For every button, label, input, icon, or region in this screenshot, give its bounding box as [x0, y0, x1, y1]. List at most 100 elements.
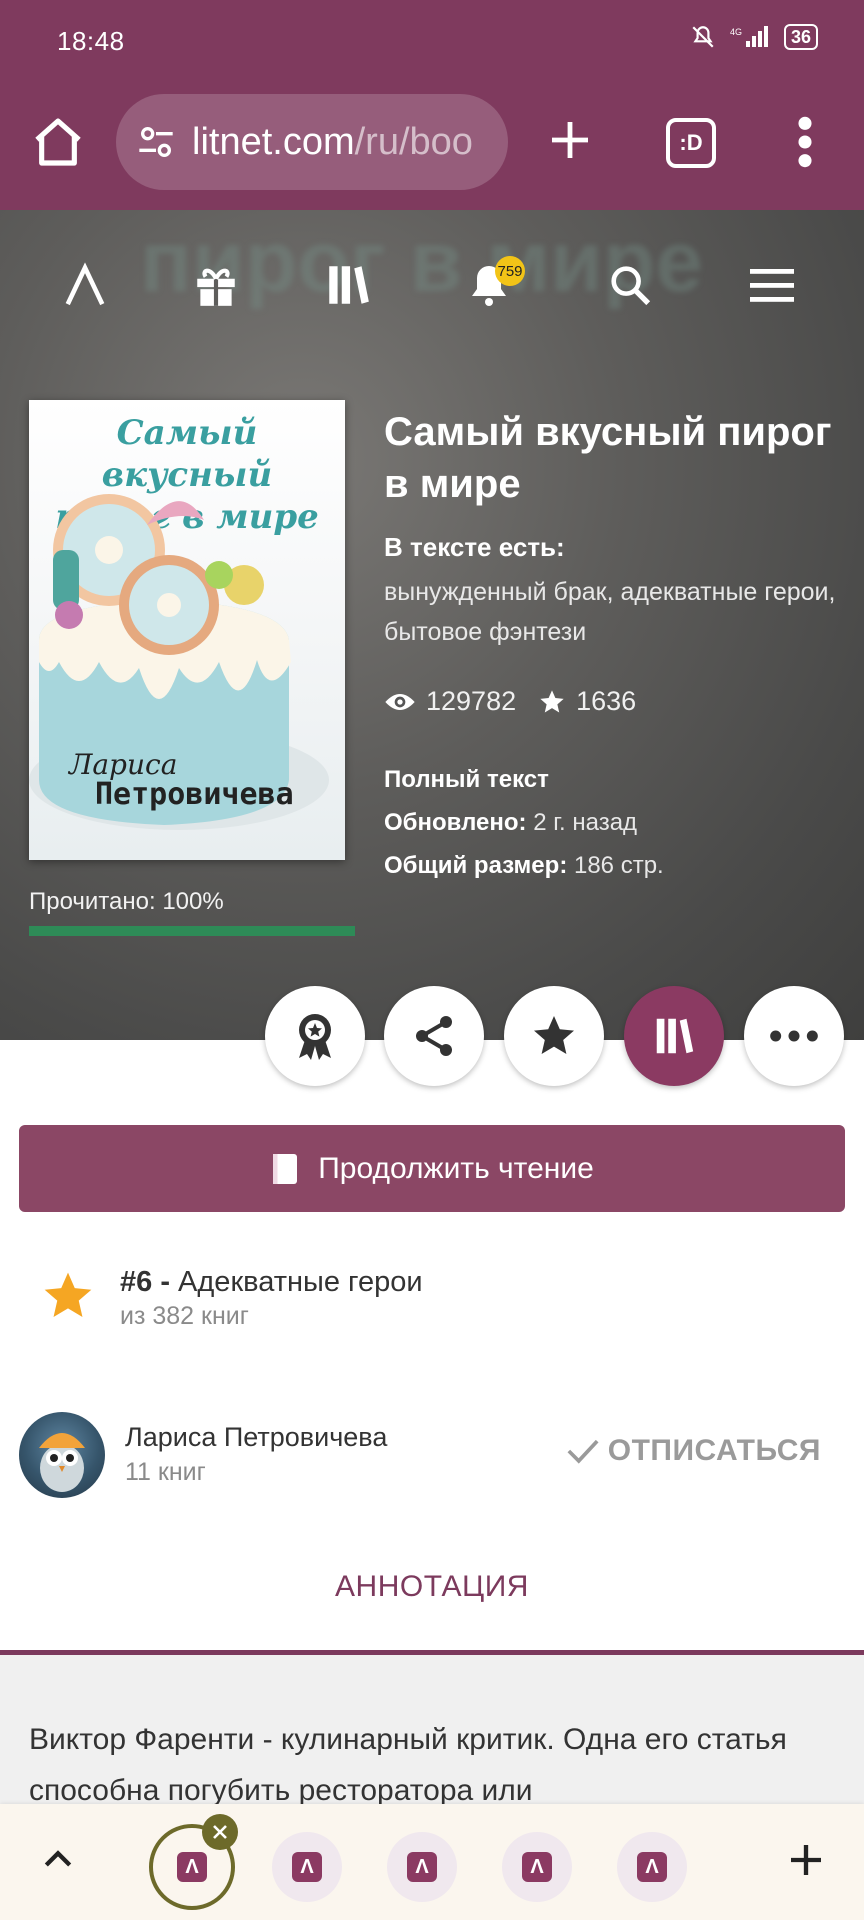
rank-star-icon — [44, 1272, 92, 1317]
site-logo[interactable] — [49, 240, 121, 330]
battery-indicator: 36 — [783, 24, 818, 50]
hamburger-menu-icon — [750, 269, 794, 302]
continue-reading-label: Продолжить чтение — [318, 1151, 594, 1185]
url-text: litnet.com/ru/boo — [192, 121, 473, 164]
views-count: 129782 — [426, 686, 517, 716]
svg-text:4G: 4G — [730, 27, 742, 37]
book-meta: Полный текст Обновлено: 2 г. назад Общий… — [384, 758, 664, 887]
book-title: Самый вкусный пирог в мире — [384, 410, 832, 506]
completion-status-text: Полный текст — [384, 766, 549, 793]
litnet-logo-icon — [65, 262, 105, 306]
gift-icon — [197, 268, 235, 306]
new-tab-icon[interactable] — [546, 112, 594, 168]
close-tab-button[interactable] — [202, 1814, 238, 1850]
signal-icon: 4G — [730, 26, 768, 47]
updated-row: Обновлено: 2 г. назад — [384, 801, 664, 844]
search-button[interactable] — [594, 240, 666, 330]
more-vert-icon[interactable] — [790, 114, 820, 170]
system-icons: 4G 36 — [690, 24, 818, 50]
tab-thumbnail[interactable]: Λ — [617, 1832, 687, 1902]
cover-author: Лариса Петровичева — [69, 750, 339, 810]
book-actions — [0, 986, 864, 1086]
likes-stat: 1636 — [538, 686, 636, 717]
author-books-count: 11 книг — [125, 1458, 206, 1486]
more-horiz-icon — [770, 1030, 818, 1042]
eye-icon — [385, 693, 415, 710]
tab-thumbnail[interactable]: Λ — [272, 1832, 342, 1902]
author-row: Лариса Петровичева 11 книг ОТПИСАТЬСЯ — [19, 1412, 849, 1502]
award-icon — [299, 1014, 331, 1060]
menu-button[interactable] — [736, 240, 808, 330]
book-hero: пирог в мире 759 Самый вкусный пирог в м… — [0, 210, 864, 1040]
book-cover[interactable]: Самый вкусный пирог в мире Лариса Петров… — [29, 400, 345, 860]
cover-author-last: Петровичева — [95, 777, 294, 812]
author-name[interactable]: Лариса Петровичева — [125, 1422, 387, 1453]
updated-label: Обновлено: — [384, 809, 527, 836]
more-actions-button[interactable] — [744, 986, 844, 1086]
like-button[interactable] — [504, 986, 604, 1086]
unsubscribe-button[interactable]: ОТПИСАТЬСЯ — [566, 1434, 821, 1468]
close-icon — [213, 1825, 227, 1839]
add-to-library-button[interactable] — [624, 986, 724, 1086]
award-button[interactable] — [265, 986, 365, 1086]
completion-status: Полный текст — [384, 758, 664, 801]
book-stats: 129782 1636 — [384, 686, 658, 717]
star-icon — [540, 689, 564, 712]
library-icon — [656, 1018, 694, 1054]
status-bar: 18:48 4G 36 — [0, 0, 864, 84]
notifications-button[interactable]: 759 — [453, 240, 525, 330]
rank-of-total: из 382 книг — [120, 1302, 249, 1330]
tab-switcher-button[interactable]: :D — [666, 118, 716, 168]
read-progress-label: Прочитано: 100% — [29, 888, 224, 915]
litnet-favicon: Λ — [637, 1852, 667, 1882]
notifications-badge: 759 — [495, 256, 525, 286]
tab-thumbnail[interactable]: Λ — [387, 1832, 457, 1902]
views-stat: 129782 — [384, 686, 516, 717]
litnet-favicon: Λ — [407, 1852, 437, 1882]
size-label: Общий размер: — [384, 852, 568, 879]
address-bar[interactable]: litnet.com/ru/boo — [116, 94, 508, 190]
star-icon — [534, 1016, 574, 1054]
status-time: 18:48 — [57, 26, 125, 56]
browser-toolbar: litnet.com/ru/boo :D — [0, 84, 864, 210]
share-icon — [416, 1016, 452, 1056]
owl-avatar-image — [39, 1433, 85, 1492]
updated-value: 2 г. назад — [533, 809, 638, 836]
browser-tab-strip: Λ Λ Λ Λ Λ — [0, 1804, 864, 1920]
continue-reading-button[interactable]: Продолжить чтение — [19, 1125, 845, 1212]
read-progress-bar — [29, 926, 355, 936]
annotation-text: Виктор Фаренти - кулинарный критик. Одна… — [29, 1723, 787, 1807]
check-icon — [567, 1439, 599, 1464]
url-domain: litnet.com — [192, 120, 355, 163]
gift-button[interactable] — [180, 240, 252, 330]
site-navigation: 759 — [0, 240, 864, 330]
search-icon — [611, 266, 651, 306]
library-button[interactable] — [312, 240, 384, 330]
tags-heading: В тексте есть: — [384, 532, 565, 562]
read-progress-fill — [29, 926, 355, 936]
book-icon — [273, 1153, 298, 1184]
home-icon[interactable] — [30, 114, 86, 170]
genre-rank[interactable]: #6 - Адекватные герои из 382 книг — [40, 1262, 840, 1332]
library-icon — [329, 266, 369, 304]
litnet-favicon: Λ — [292, 1852, 322, 1882]
rank-title: #6 - Адекватные герои — [120, 1266, 423, 1299]
book-tags[interactable]: вынужденный брак, адекватные герои, быто… — [384, 572, 844, 652]
likes-count: 1636 — [576, 686, 637, 716]
new-tab-icon[interactable] — [786, 1840, 826, 1880]
chevron-up-icon[interactable] — [38, 1840, 78, 1880]
rank-genre: Адекватные герои — [178, 1266, 423, 1298]
share-button[interactable] — [384, 986, 484, 1086]
url-path: /ru/boo — [354, 120, 473, 163]
author-avatar[interactable] — [19, 1412, 105, 1498]
litnet-favicon: Λ — [522, 1852, 552, 1882]
mute-icon — [692, 26, 714, 48]
site-settings-icon[interactable] — [136, 122, 176, 162]
tab-switcher-label: :D — [679, 130, 703, 155]
tab-annotation[interactable]: АННОТАЦИЯ — [0, 1570, 864, 1604]
size-value: 186 стр. — [573, 852, 664, 879]
tab-thumbnail[interactable]: Λ — [502, 1832, 572, 1902]
unsubscribe-label: ОТПИСАТЬСЯ — [607, 1434, 821, 1467]
rank-position: #6 - — [120, 1266, 170, 1298]
size-row: Общий размер: 186 стр. — [384, 844, 664, 887]
